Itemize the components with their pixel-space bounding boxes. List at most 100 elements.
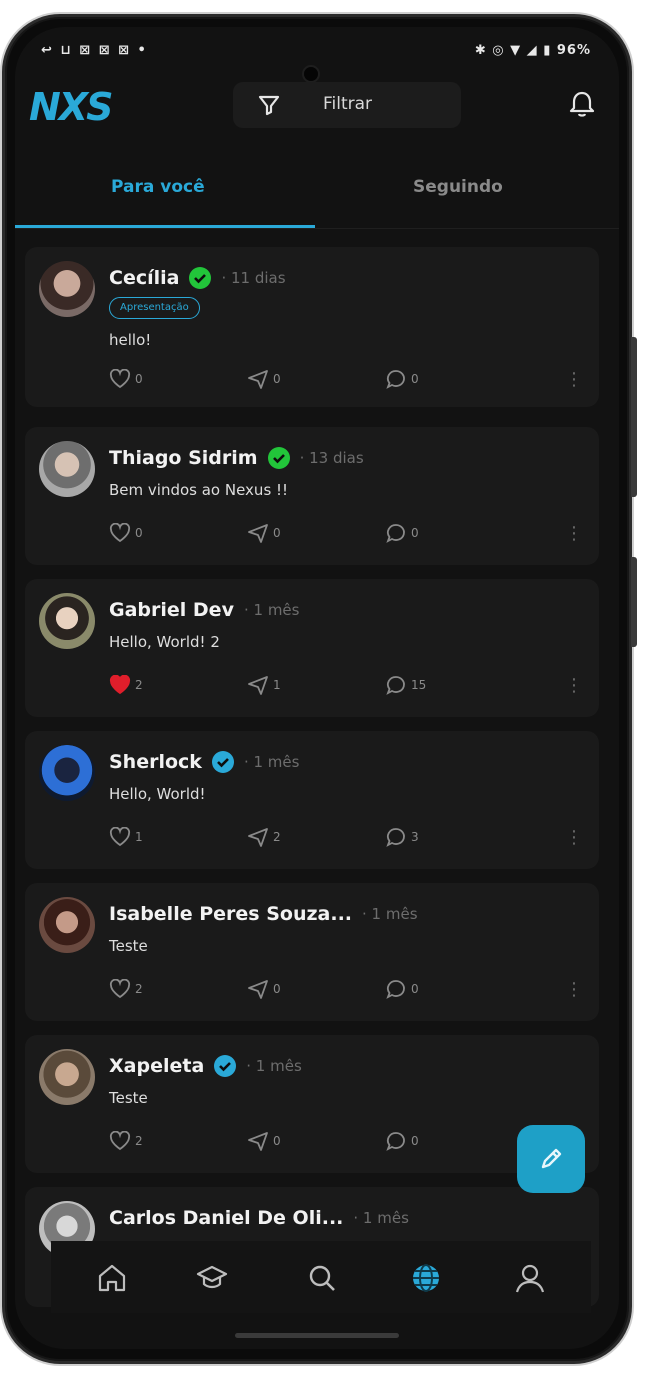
like-button[interactable]: 2 xyxy=(109,675,143,695)
post-actions: 2 0 0 xyxy=(109,1131,579,1155)
search-icon[interactable] xyxy=(305,1261,339,1295)
post-header: Thiago Sidrim · 13 dias xyxy=(109,445,364,471)
phone-frame: ↩ ⊔ ⊠ ⊠ ⊠ • ✱ ◎ ▼ ◢ ▮ 96% NXS Filtrar Pa… xyxy=(2,14,637,1364)
post-card[interactable]: Thiago Sidrim · 13 dias Bem vindos ao Ne… xyxy=(25,427,599,565)
share-button[interactable]: 0 xyxy=(247,1131,281,1151)
home-icon[interactable] xyxy=(95,1261,129,1295)
bell-icon[interactable] xyxy=(567,89,597,119)
comment-button[interactable]: 3 xyxy=(385,827,419,847)
more-options-icon[interactable]: ⋮ xyxy=(565,979,583,1000)
more-options-icon[interactable]: ⋮ xyxy=(565,523,583,544)
front-camera xyxy=(302,65,320,83)
post-actions: 2 0 0 ⋮ xyxy=(109,979,583,1003)
filter-label: Filtrar xyxy=(323,94,373,114)
verified-badge-icon xyxy=(189,267,212,289)
comment-icon xyxy=(386,828,405,847)
profile-icon[interactable] xyxy=(513,1261,547,1295)
filter-icon xyxy=(258,95,280,116)
app-screen: ↩ ⊔ ⊠ ⊠ ⊠ • ✱ ◎ ▼ ◢ ▮ 96% NXS Filtrar Pa… xyxy=(15,27,619,1349)
more-options-icon[interactable]: ⋮ xyxy=(565,675,583,696)
like-button[interactable]: 2 xyxy=(109,1131,143,1151)
comment-icon xyxy=(386,524,405,543)
post-header: Isabelle Peres Souza... · 1 mês xyxy=(109,901,418,927)
post-text: Teste xyxy=(109,1089,148,1107)
graduation-cap-icon[interactable] xyxy=(195,1261,229,1295)
globe-icon[interactable] xyxy=(409,1261,443,1295)
more-options-icon[interactable]: ⋮ xyxy=(565,827,583,848)
new-post-button[interactable] xyxy=(517,1125,585,1193)
send-icon xyxy=(248,524,268,543)
author-name[interactable]: Sherlock xyxy=(109,751,202,773)
comment-count: 0 xyxy=(411,982,419,996)
comment-button[interactable]: 15 xyxy=(385,675,426,695)
post-header: Xapeleta · 1 mês xyxy=(109,1053,302,1079)
post-card[interactable]: Xapeleta · 1 mês Teste 2 0 0 xyxy=(25,1035,599,1173)
author-name[interactable]: Gabriel Dev xyxy=(109,599,234,621)
app-logo[interactable]: NXS xyxy=(29,85,113,129)
comment-icon xyxy=(386,676,405,695)
post-time: · 1 mês xyxy=(243,753,300,771)
post-header: Cecília · 11 dias xyxy=(109,265,286,291)
send-icon xyxy=(248,828,268,847)
post-card[interactable]: Isabelle Peres Souza... · 1 mês Teste 2 … xyxy=(25,883,599,1021)
post-time: · 1 mês xyxy=(362,905,418,923)
bottom-navigation xyxy=(51,1241,591,1313)
avatar[interactable] xyxy=(39,745,95,801)
share-count: 0 xyxy=(273,372,281,386)
more-options-icon[interactable]: ⋮ xyxy=(565,369,583,390)
post-time: · 11 dias xyxy=(221,269,286,287)
avatar[interactable] xyxy=(39,593,95,649)
post-time: · 13 dias xyxy=(299,449,364,467)
comment-icon xyxy=(386,1132,405,1151)
avatar[interactable] xyxy=(39,441,95,497)
share-count: 0 xyxy=(273,982,281,996)
like-button[interactable]: 0 xyxy=(109,369,143,389)
author-name[interactable]: Carlos Daniel De Oli... xyxy=(109,1207,343,1229)
comment-count: 3 xyxy=(411,830,419,844)
like-button[interactable]: 0 xyxy=(109,523,143,543)
verified-badge-icon xyxy=(211,751,234,773)
comment-button[interactable]: 0 xyxy=(385,979,419,999)
comment-count: 15 xyxy=(411,678,427,692)
heart-icon xyxy=(109,369,131,389)
tab-seguindo[interactable]: Seguindo xyxy=(413,177,503,197)
post-header: Sherlock · 1 mês xyxy=(109,749,299,775)
like-count: 0 xyxy=(135,526,143,540)
author-name[interactable]: Isabelle Peres Souza... xyxy=(109,903,352,925)
author-name[interactable]: Cecília xyxy=(109,267,179,289)
like-count: 1 xyxy=(135,830,143,844)
heart-icon xyxy=(109,523,131,543)
author-name[interactable]: Xapeleta xyxy=(109,1055,204,1077)
post-tag[interactable]: Apresentação xyxy=(109,297,200,319)
post-time: · 1 mês xyxy=(353,1209,409,1227)
post-actions: 2 1 15 ⋮ xyxy=(109,675,583,699)
post-actions: 0 0 0 ⋮ xyxy=(109,369,583,393)
share-button[interactable]: 0 xyxy=(247,369,281,389)
share-button[interactable]: 0 xyxy=(247,523,281,543)
filter-button[interactable]: Filtrar xyxy=(233,82,461,128)
post-card[interactable]: Gabriel Dev · 1 mês Hello, World! 2 2 1 xyxy=(25,579,599,717)
comment-button[interactable]: 0 xyxy=(385,1131,419,1151)
comment-button[interactable]: 0 xyxy=(385,523,419,543)
comment-count: 0 xyxy=(411,1134,419,1148)
author-name[interactable]: Thiago Sidrim xyxy=(109,447,258,469)
like-count: 0 xyxy=(135,372,143,386)
send-icon xyxy=(248,1132,268,1151)
share-button[interactable]: 2 xyxy=(247,827,281,847)
comment-button[interactable]: 0 xyxy=(385,369,419,389)
like-button[interactable]: 1 xyxy=(109,827,143,847)
avatar[interactable] xyxy=(39,897,95,953)
heart-icon xyxy=(109,979,131,999)
avatar[interactable] xyxy=(39,261,95,317)
send-icon xyxy=(248,980,268,999)
like-count: 2 xyxy=(135,678,143,692)
like-button[interactable]: 2 xyxy=(109,979,143,999)
avatar[interactable] xyxy=(39,1049,95,1105)
share-button[interactable]: 0 xyxy=(247,979,281,999)
tab-para-voce[interactable]: Para você xyxy=(111,177,205,197)
comment-icon xyxy=(386,980,405,999)
post-card[interactable]: Sherlock · 1 mês Hello, World! 1 2 3 ⋮ xyxy=(25,731,599,869)
post-card[interactable]: Cecília · 11 dias Apresentação hello! 0 xyxy=(25,247,599,407)
share-button[interactable]: 1 xyxy=(247,675,281,695)
feed-tabs: Para você Seguindo xyxy=(15,167,619,229)
